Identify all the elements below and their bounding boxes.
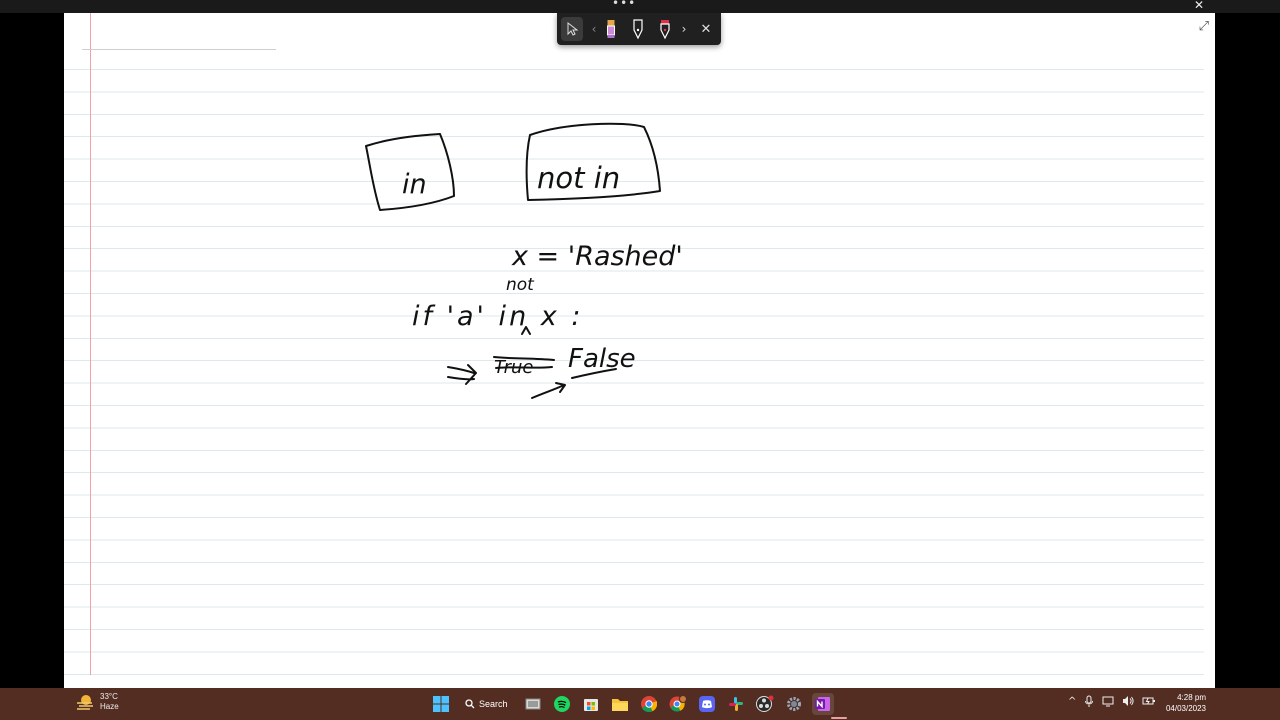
discord-icon	[699, 696, 715, 712]
previous-pens-button[interactable]: ‹	[588, 17, 600, 41]
system-tray: ^	[1068, 695, 1156, 707]
cursor-icon	[567, 22, 578, 36]
active-app-indicator	[831, 717, 847, 719]
ink-text-false: False	[568, 344, 636, 374]
network-icon[interactable]	[1102, 695, 1114, 707]
microsoft-store-button[interactable]	[580, 693, 602, 715]
chrome-icon	[641, 696, 657, 712]
weather-widget[interactable]: 33°C Haze	[76, 692, 119, 712]
volume-icon[interactable]	[1122, 695, 1134, 707]
taskbar-search-button[interactable]: Search	[459, 693, 515, 715]
chrome-button[interactable]	[638, 693, 660, 715]
close-window-button[interactable]: ✕	[1194, 0, 1204, 12]
microphone-icon[interactable]	[1084, 695, 1094, 707]
highlighter-pen-button[interactable]	[603, 17, 619, 41]
note-page-canvas[interactable]: ⤢ in not in x = 'Rashed' not if 'a' in x…	[64, 13, 1215, 688]
obs-button[interactable]	[754, 693, 776, 715]
ink-drawing: in not in x = 'Rashed' not if 'a' in x :…	[365, 122, 683, 399]
red-pen-button[interactable]	[657, 17, 673, 41]
show-hidden-icons-button[interactable]: ^	[1068, 696, 1076, 707]
discord-button[interactable]	[696, 693, 718, 715]
start-button[interactable]	[430, 693, 452, 715]
ink-text-assignment: x = 'Rashed'	[511, 241, 683, 272]
ink-text-if-statement: if 'a' in x :	[412, 301, 583, 332]
slack-button[interactable]	[725, 693, 747, 715]
red-pen-icon	[660, 20, 670, 40]
clock-time: 4:28 pm	[1177, 693, 1206, 702]
select-tool-button[interactable]	[561, 17, 583, 41]
windows-icon	[433, 696, 449, 712]
black-pen-button[interactable]	[630, 17, 646, 41]
search-icon	[465, 699, 475, 709]
ink-toolbar: ‹ › ✕	[557, 13, 721, 45]
highlighter-icon	[607, 20, 615, 38]
ink-text-insert-not: not	[506, 275, 535, 295]
weather-temperature: 33°C	[100, 692, 118, 701]
chrome-profile-button[interactable]	[667, 693, 689, 715]
file-explorer-button[interactable]	[609, 693, 631, 715]
search-label: Search	[479, 699, 508, 709]
spotify-icon	[554, 696, 570, 712]
settings-button[interactable]	[783, 693, 805, 715]
battery-icon[interactable]	[1142, 695, 1156, 707]
spotify-button[interactable]	[551, 693, 573, 715]
next-pens-button[interactable]: ›	[678, 17, 690, 41]
ink-text-not-in: not in	[537, 161, 620, 195]
weather-description: Haze	[100, 702, 119, 711]
store-icon	[584, 699, 598, 711]
taskbar: 33°C Haze Search ^ 4:28 pm 04/03/2023	[0, 688, 1280, 720]
chrome-profile-icon	[669, 695, 687, 712]
ink-text-true-struck: True	[494, 357, 533, 378]
taskbar-clock[interactable]: 4:28 pm 04/03/2023	[1160, 692, 1206, 714]
ink-arrow	[531, 382, 566, 399]
slack-icon	[729, 697, 743, 711]
task-view-icon	[525, 698, 541, 710]
clock-date: 04/03/2023	[1165, 704, 1206, 713]
window-top-bar: ••• ✕	[0, 0, 1280, 13]
close-toolbar-button[interactable]: ✕	[697, 17, 715, 41]
onenote-button[interactable]	[812, 693, 834, 715]
haze-weather-icon	[77, 695, 93, 710]
folder-icon	[612, 698, 628, 711]
gear-icon	[787, 697, 801, 711]
ink-text-in: in	[402, 169, 427, 200]
ink-double-arrow	[447, 364, 477, 385]
task-view-button[interactable]	[522, 693, 544, 715]
pen-icon	[633, 19, 643, 40]
onenote-icon	[815, 697, 830, 711]
obs-icon	[756, 695, 774, 712]
more-options-icon[interactable]: •••	[612, 0, 636, 10]
